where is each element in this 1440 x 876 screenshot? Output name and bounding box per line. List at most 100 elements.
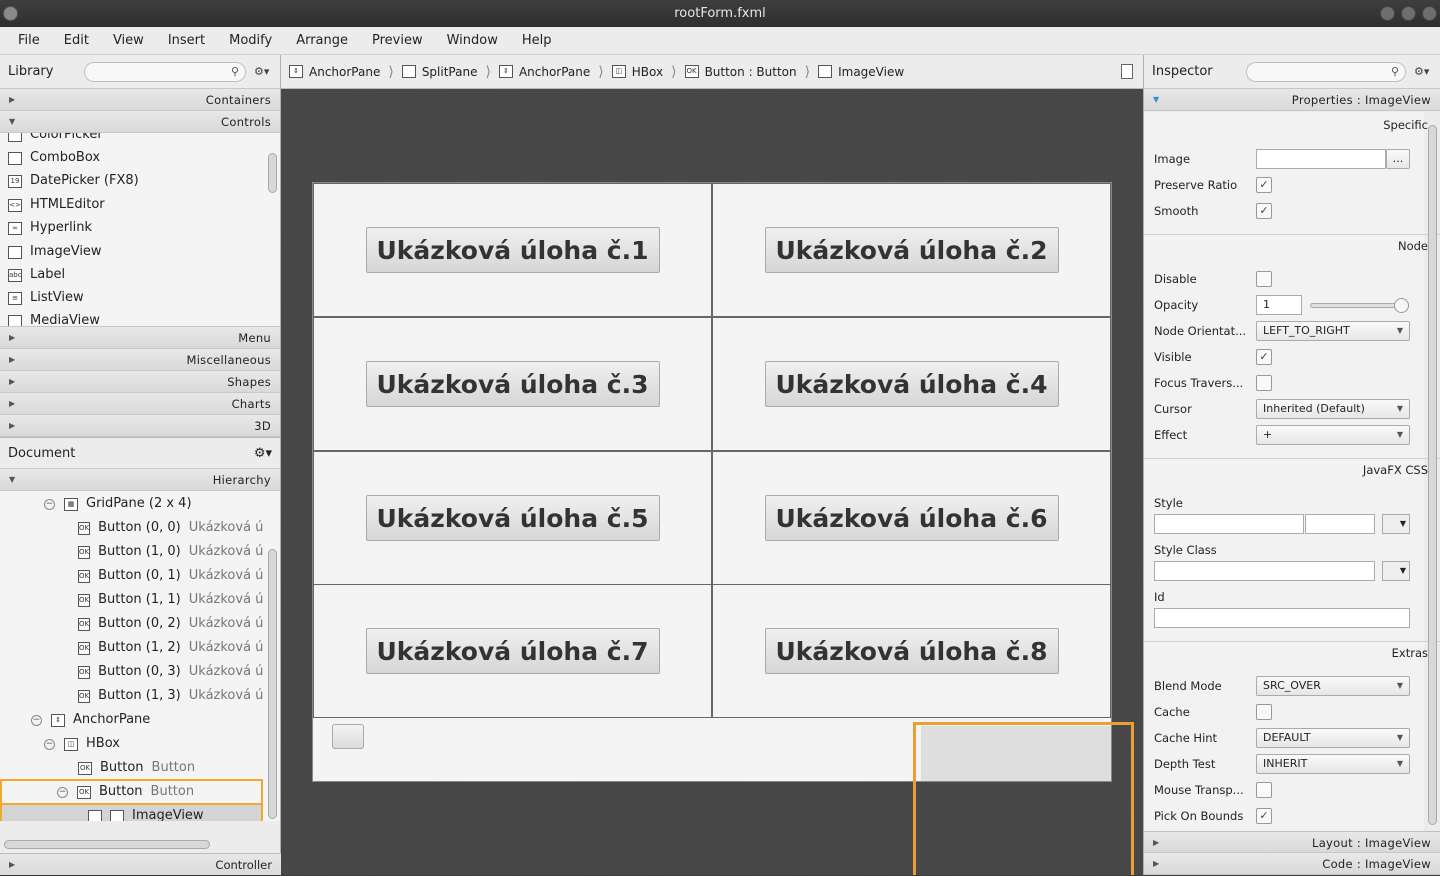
- list-item[interactable]: 19 DatePicker (FX8): [8, 170, 139, 192]
- selection-outline[interactable]: [913, 722, 1134, 875]
- library-gear-icon[interactable]: ⚙▾: [254, 65, 272, 78]
- smooth-checkbox[interactable]: ✓: [1256, 203, 1272, 219]
- grid-cell[interactable]: Ukázková úloha č.1: [313, 183, 712, 317]
- breadcrumb-button[interactable]: OK Button : Button: [684, 65, 797, 79]
- menu-modify[interactable]: Modify: [217, 27, 284, 54]
- list-item[interactable]: ∞ Hyperlink: [8, 217, 92, 239]
- code-section[interactable]: ▶ Code : ImageView: [1144, 853, 1440, 875]
- tree-row-hbox[interactable]: − ◫ HBox: [0, 732, 263, 756]
- tree-row-button-selected-parent[interactable]: − OK Button Button: [0, 779, 263, 805]
- collapse-icon[interactable]: −: [44, 738, 55, 750]
- list-item[interactable]: abc Label: [8, 264, 65, 286]
- table-row[interactable]: OK Button (0, 3) Ukázková ú: [0, 660, 263, 684]
- slider-thumb[interactable]: [1394, 297, 1409, 313]
- list-item[interactable]: ImageView: [8, 241, 102, 263]
- task-button-8[interactable]: Ukázková úloha č.8: [764, 628, 1059, 674]
- collapse-icon[interactable]: −: [57, 786, 68, 798]
- hierarchy-hscrollbar[interactable]: [4, 840, 210, 849]
- depth-select[interactable]: INHERIT ▼: [1256, 754, 1410, 774]
- task-button-4[interactable]: Ukázková úloha č.4: [764, 361, 1059, 407]
- maximize-button[interactable]: [1401, 6, 1416, 21]
- inspector-search-input[interactable]: ⚲: [1246, 61, 1406, 82]
- tree-row-anchorpane[interactable]: − ⇕ AnchorPane: [0, 708, 263, 732]
- properties-section[interactable]: ▼ Properties : ImageView: [1144, 89, 1440, 111]
- minimize-button[interactable]: [1380, 6, 1395, 21]
- cache-checkbox[interactable]: [1256, 704, 1272, 720]
- breadcrumb-splitpane[interactable]: SplitPane: [401, 65, 477, 79]
- grid-cell[interactable]: Ukázková úloha č.4: [712, 317, 1111, 451]
- library-section-menu[interactable]: ▶ Menu: [0, 327, 280, 349]
- style-value-field[interactable]: [1305, 514, 1375, 534]
- library-section-charts[interactable]: ▶ Charts: [0, 393, 280, 415]
- table-row[interactable]: OK Button (0, 1) Ukázková ú: [0, 564, 263, 588]
- menu-view[interactable]: View: [101, 27, 156, 54]
- list-item[interactable]: MediaView: [8, 310, 100, 326]
- table-row[interactable]: OK Button (0, 2) Ukázková ú: [0, 612, 263, 636]
- menu-arrange[interactable]: Arrange: [284, 27, 360, 54]
- list-item[interactable]: ComboBox: [8, 147, 100, 169]
- menu-insert[interactable]: Insert: [156, 27, 217, 54]
- image-field[interactable]: [1256, 149, 1386, 169]
- grid-cell[interactable]: Ukázková úloha č.7: [313, 584, 712, 718]
- grid-cell[interactable]: Ukázková úloha č.2: [712, 183, 1111, 317]
- inspector-gear-icon[interactable]: ⚙▾: [1414, 65, 1432, 78]
- table-row[interactable]: OK Button (1, 2) Ukázková ú: [0, 636, 263, 660]
- disable-checkbox[interactable]: [1256, 271, 1272, 287]
- task-button-2[interactable]: Ukázková úloha č.2: [764, 227, 1059, 273]
- blend-select[interactable]: SRC_OVER ▼: [1256, 676, 1410, 696]
- cursor-select[interactable]: Inherited (Default) ▼: [1256, 399, 1410, 419]
- task-button-5[interactable]: Ukázková úloha č.5: [365, 495, 660, 541]
- task-button-3[interactable]: Ukázková úloha č.3: [365, 361, 660, 407]
- menu-window[interactable]: Window: [435, 27, 510, 54]
- menu-file[interactable]: File: [6, 27, 52, 54]
- form-root[interactable]: Ukázková úloha č.1 Ukázková úloha č.2 Uk…: [312, 182, 1112, 782]
- styleclass-field[interactable]: [1154, 561, 1375, 581]
- opacity-slider[interactable]: [1310, 297, 1409, 313]
- effect-select[interactable]: + ▼: [1256, 425, 1410, 445]
- table-row[interactable]: OK Button (1, 1) Ukázková ú: [0, 588, 263, 612]
- close-button[interactable]: [1422, 6, 1437, 21]
- table-row[interactable]: OK Button (0, 0) Ukázková ú: [0, 516, 263, 540]
- list-item[interactable]: <> HTMLEditor: [8, 194, 105, 216]
- hierarchy-scrollbar[interactable]: [268, 549, 277, 819]
- task-button-6[interactable]: Ukázková úloha č.6: [764, 495, 1059, 541]
- list-item[interactable]: ColorPicker: [8, 133, 103, 146]
- document-icon[interactable]: [1121, 64, 1133, 79]
- tree-row-button[interactable]: OK Button Button: [0, 756, 263, 780]
- grid-cell[interactable]: Ukázková úloha č.6: [712, 451, 1111, 585]
- breadcrumb-anchorpane[interactable]: ⇕ AnchorPane: [289, 65, 380, 79]
- menu-preview[interactable]: Preview: [360, 27, 435, 54]
- task-button-1[interactable]: Ukázková úloha č.1: [365, 227, 660, 273]
- table-row[interactable]: OK Button (1, 3) Ukázková ú: [0, 684, 263, 708]
- window-menu-button[interactable]: [3, 6, 18, 21]
- breadcrumb-imageview[interactable]: ImageView: [818, 65, 904, 79]
- id-field[interactable]: [1154, 608, 1410, 628]
- list-item[interactable]: ≡ ListView: [8, 287, 84, 309]
- library-section-3d[interactable]: ▶ 3D: [0, 415, 280, 437]
- breadcrumb-hbox[interactable]: ◫ HBox: [611, 65, 663, 79]
- breadcrumb-anchorpane-2[interactable]: ⇕ AnchorPane: [498, 65, 590, 79]
- hierarchy-section[interactable]: ▼ Hierarchy: [0, 469, 280, 491]
- library-section-controls[interactable]: ▼ Controls: [0, 111, 280, 133]
- image-browse-button[interactable]: ...: [1386, 149, 1410, 169]
- collapse-icon[interactable]: −: [31, 714, 42, 726]
- library-section-shapes[interactable]: ▶ Shapes: [0, 371, 280, 393]
- library-search-input[interactable]: ⚲: [84, 61, 246, 82]
- task-button-7[interactable]: Ukázková úloha č.7: [365, 628, 660, 674]
- inspector-scrollbar[interactable]: [1428, 125, 1437, 825]
- menu-edit[interactable]: Edit: [52, 27, 101, 54]
- focus-checkbox[interactable]: [1256, 375, 1272, 391]
- library-section-miscellaneous[interactable]: ▶ Miscellaneous: [0, 349, 280, 371]
- grid-cell[interactable]: Ukázková úloha č.5: [313, 451, 712, 585]
- preserve-ratio-checkbox[interactable]: ✓: [1256, 177, 1272, 193]
- style-add-button[interactable]: ▼: [1382, 514, 1410, 534]
- visible-checkbox[interactable]: ✓: [1256, 349, 1272, 365]
- opacity-field[interactable]: 1: [1256, 295, 1302, 315]
- pick-checkbox[interactable]: ✓: [1256, 808, 1272, 824]
- controller-section[interactable]: ▶ Controller: [0, 853, 281, 875]
- collapse-icon[interactable]: −: [44, 498, 55, 510]
- library-section-containers[interactable]: ▶ Containers: [0, 89, 280, 111]
- tree-row-imageview-selected[interactable]: ImageView: [0, 803, 263, 821]
- mouse-checkbox[interactable]: [1256, 782, 1272, 798]
- small-button[interactable]: [332, 724, 364, 749]
